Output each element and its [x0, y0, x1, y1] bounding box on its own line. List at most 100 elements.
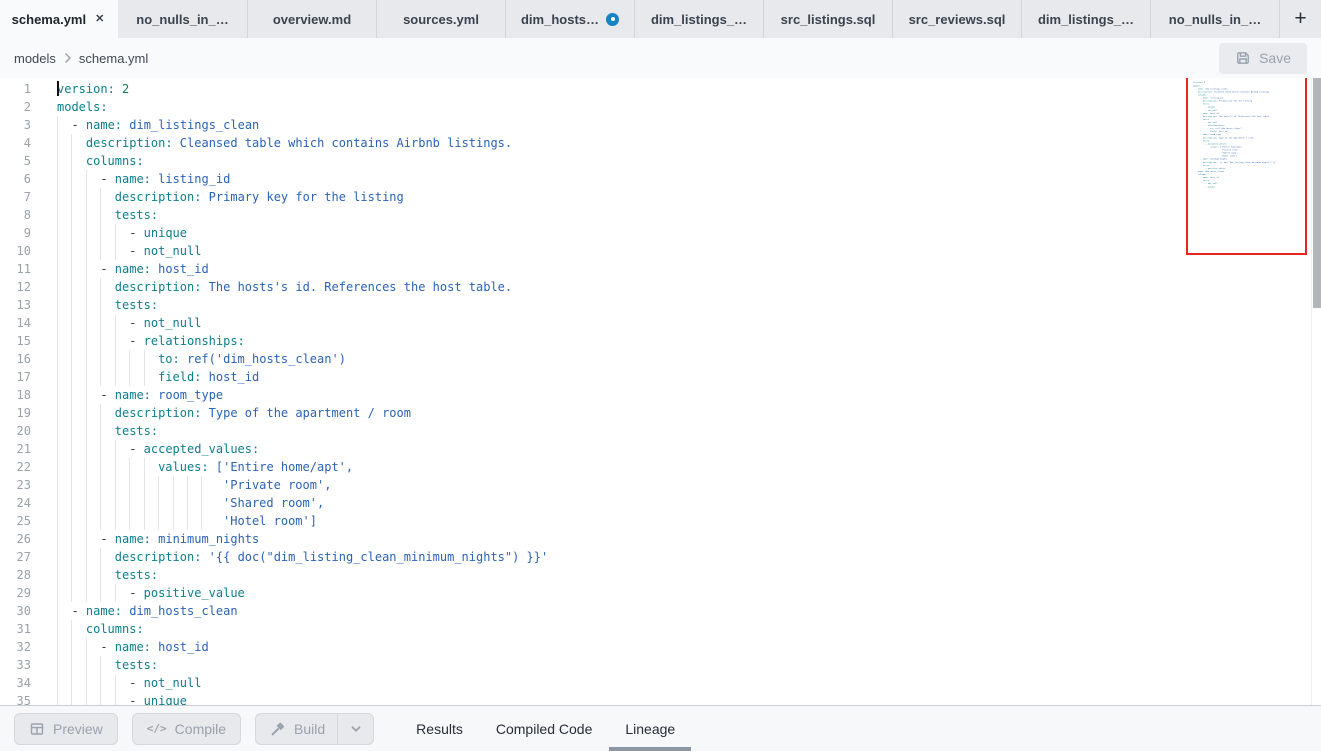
code-line[interactable]: - name: minimum_nights — [57, 530, 1321, 548]
indent-guide — [100, 494, 114, 512]
build-button-dropdown[interactable] — [337, 714, 373, 744]
line-number-gutter: 1234567891011121314151617181920212223242… — [0, 78, 31, 705]
indent-guide — [57, 278, 71, 296]
code-line[interactable]: - name: dim_listings_clean — [57, 116, 1321, 134]
code-editor[interactable]: 1234567891011121314151617181920212223242… — [0, 78, 1321, 705]
preview-button[interactable]: Preview — [14, 713, 118, 745]
panel-tab-results[interactable]: Results — [416, 706, 463, 751]
indent-guide — [57, 242, 71, 260]
code-line[interactable]: - unique — [57, 692, 1321, 705]
code-line[interactable]: - name: host_id — [57, 260, 1321, 278]
code-line[interactable]: - accepted_values: — [57, 440, 1321, 458]
code-line[interactable]: description: '{{ doc("dim_listing_clean_… — [57, 548, 1321, 566]
code-line[interactable]: description: The hosts's id. References … — [57, 278, 1321, 296]
breadcrumb-item[interactable]: schema.yml — [79, 51, 148, 66]
indent-guide — [100, 278, 114, 296]
editor-tab[interactable]: dim_hosts… — [505, 0, 634, 38]
button-label: Preview — [53, 721, 103, 737]
panel-tab-compiled-code[interactable]: Compiled Code — [496, 706, 593, 751]
indent-guide — [173, 476, 187, 494]
editor-tab[interactable]: no_nulls_in_… — [1150, 0, 1279, 38]
indent-guide — [57, 152, 71, 170]
code-line[interactable]: - not_null — [57, 314, 1321, 332]
build-button[interactable]: Build — [256, 714, 337, 744]
save-icon — [1235, 50, 1251, 66]
code-line[interactable]: columns: — [57, 152, 1321, 170]
code-line[interactable]: tests: — [57, 422, 1321, 440]
indent-guide — [57, 116, 71, 134]
indent-guide — [71, 314, 85, 332]
code-area[interactable]: version: 2models: - name: dim_listings_c… — [31, 78, 1321, 705]
code-line[interactable]: 'Shared room', — [57, 494, 1321, 512]
indent-guide — [129, 476, 143, 494]
indent-guide — [71, 260, 85, 278]
code-line[interactable]: 'Private room', — [57, 476, 1321, 494]
breadcrumb-item[interactable]: models — [14, 51, 56, 66]
editor-tab[interactable]: schema.yml✕ — [0, 0, 118, 38]
editor-tab[interactable]: dim_listings_… — [634, 0, 763, 38]
indent-guide — [144, 350, 158, 368]
editor-tab[interactable]: src_listings.sql — [763, 0, 892, 38]
code-line[interactable]: - name: room_type — [57, 386, 1321, 404]
editor-tab[interactable]: sources.yml — [376, 0, 505, 38]
code-icon: </> — [147, 722, 167, 735]
indent-guide — [115, 458, 129, 476]
code-line[interactable]: values: ['Entire home/apt', — [57, 458, 1321, 476]
code-line[interactable]: - name: listing_id — [57, 170, 1321, 188]
editor-tab[interactable]: src_reviews.sql — [892, 0, 1021, 38]
indent-guide — [86, 530, 100, 548]
code-line[interactable]: tests: — [57, 566, 1321, 584]
indent-guide — [100, 566, 114, 584]
indent-guide — [158, 494, 172, 512]
line-number: 27 — [0, 548, 31, 566]
new-tab-button[interactable]: + — [1279, 0, 1321, 38]
minimap[interactable]: version: 2models: - name: dim_listings_c… — [1193, 81, 1305, 188]
line-number: 3 — [0, 116, 31, 134]
code-line[interactable]: - name: dim_hosts_clean — [57, 602, 1321, 620]
chevron-right-icon — [63, 52, 72, 64]
indent-guide — [100, 458, 114, 476]
code-line[interactable]: description: Cleansed table which contai… — [57, 134, 1321, 152]
code-line[interactable]: columns: — [57, 620, 1321, 638]
tab-close-icon[interactable]: ✕ — [93, 12, 106, 27]
save-button[interactable]: Save — [1219, 43, 1307, 74]
indent-guide — [201, 476, 215, 494]
panel-tab-lineage[interactable]: Lineage — [625, 706, 675, 751]
indent-guide — [71, 386, 85, 404]
indent-guide — [71, 584, 85, 602]
line-number: 15 — [0, 332, 31, 350]
indent-guide — [86, 386, 100, 404]
editor-tab[interactable]: no_nulls_in_… — [118, 0, 247, 38]
editor-tab[interactable]: overview.md — [247, 0, 376, 38]
code-line[interactable]: - name: host_id — [57, 638, 1321, 656]
indent-guide — [100, 224, 114, 242]
line-number: 12 — [0, 278, 31, 296]
indent-guide — [86, 278, 100, 296]
code-line[interactable]: field: host_id — [57, 368, 1321, 386]
indent-guide — [86, 548, 100, 566]
indent-guide — [71, 674, 85, 692]
indent-guide — [100, 206, 114, 224]
code-line[interactable]: tests: — [57, 296, 1321, 314]
code-line[interactable]: 'Hotel room'] — [57, 512, 1321, 530]
code-line[interactable]: models: — [57, 98, 1321, 116]
editor-scrollbar[interactable] — [1311, 78, 1321, 705]
indent-guide — [57, 296, 71, 314]
code-line[interactable]: tests: — [57, 656, 1321, 674]
code-line[interactable]: description: Primary key for the listing — [57, 188, 1321, 206]
indent-guide — [71, 512, 85, 530]
code-line[interactable]: description: Type of the apartment / roo… — [57, 404, 1321, 422]
indent-guide — [86, 512, 100, 530]
editor-tab[interactable]: dim_listings_… — [1021, 0, 1150, 38]
code-line[interactable]: tests: — [57, 206, 1321, 224]
code-line[interactable]: - unique — [57, 224, 1321, 242]
indent-guide — [100, 440, 114, 458]
code-line[interactable]: - positive_value — [57, 584, 1321, 602]
code-line[interactable]: version: 2 — [57, 80, 1321, 98]
code-line[interactable]: - not_null — [57, 242, 1321, 260]
compile-button[interactable]: </>Compile — [132, 713, 241, 745]
scrollbar-thumb[interactable] — [1313, 78, 1321, 308]
code-line[interactable]: - relationships: — [57, 332, 1321, 350]
code-line[interactable]: to: ref('dim_hosts_clean') — [57, 350, 1321, 368]
code-line[interactable]: - not_null — [57, 674, 1321, 692]
